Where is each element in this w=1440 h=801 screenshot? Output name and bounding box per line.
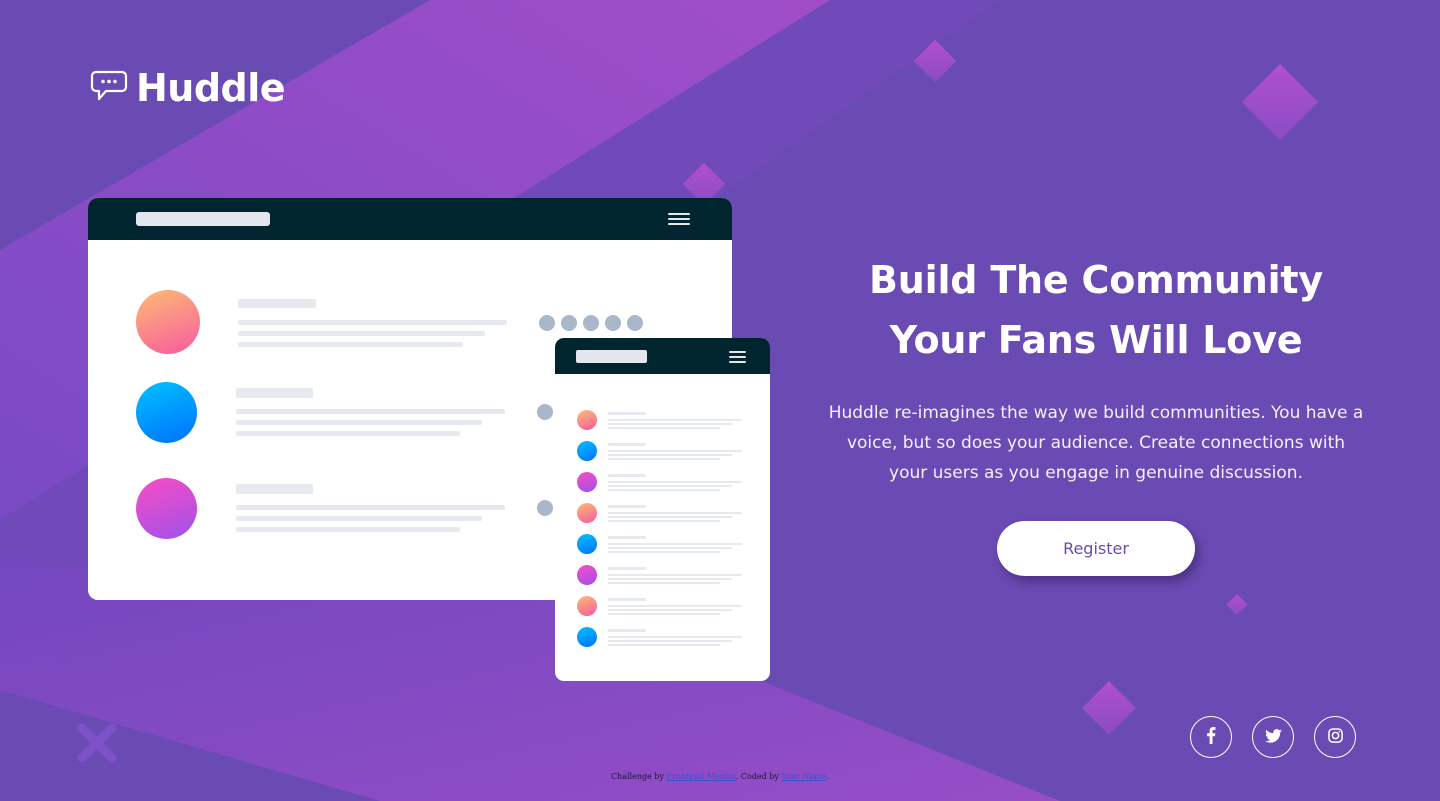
- hero-title-line-2: Your Fans Will Love: [889, 318, 1303, 362]
- register-button[interactable]: Register: [997, 521, 1195, 576]
- mockup-row: [577, 565, 747, 587]
- author-link[interactable]: Your Name: [781, 772, 826, 781]
- mockup-avatar: [136, 290, 200, 354]
- mockup-dots: [537, 404, 553, 420]
- social-links: [1190, 716, 1356, 758]
- attribution-prefix: Challenge by: [610, 772, 667, 781]
- mockup-row: [577, 410, 747, 432]
- hero-description: Huddle re-imagines the way we build comm…: [828, 403, 1364, 483]
- instagram-icon: [1327, 727, 1343, 747]
- hamburger-icon: [729, 351, 746, 363]
- challenge-link[interactable]: Frontend Mentor: [667, 772, 736, 781]
- brand-name: Huddle: [136, 66, 286, 110]
- mockup-row: [577, 627, 747, 649]
- mockup-url-bar: [576, 350, 647, 363]
- mockup-row: [577, 596, 747, 618]
- mockup-row: [577, 472, 747, 494]
- mockup-row: [577, 441, 747, 463]
- facebook-link[interactable]: [1190, 716, 1232, 758]
- hero-section: Build The Community Your Fans Will Love …: [826, 250, 1366, 488]
- attribution-middle: . Coded by: [735, 772, 782, 781]
- mockup-avatar: [136, 382, 197, 443]
- mobile-mockup-illustration: [555, 338, 770, 681]
- mockup-topbar: [88, 198, 732, 240]
- instagram-link[interactable]: [1314, 716, 1356, 758]
- mockup-dots: [539, 315, 643, 331]
- attribution-suffix: .: [826, 772, 830, 781]
- mockup-dots: [537, 500, 553, 516]
- mockup-topbar: [555, 338, 770, 374]
- mockup-url-bar: [136, 212, 270, 226]
- twitter-link[interactable]: [1252, 716, 1294, 758]
- facebook-icon: [1206, 726, 1216, 748]
- twitter-icon: [1264, 728, 1282, 747]
- hamburger-icon: [668, 213, 690, 225]
- mockup-row: [577, 503, 747, 525]
- attribution: Challenge by Frontend Mentor. Coded by Y…: [0, 772, 1440, 781]
- brand-logo[interactable]: Huddle: [90, 66, 286, 110]
- mockup-row: [577, 534, 747, 556]
- hero-title-line-1: Build The Community: [869, 258, 1323, 302]
- mockup-avatar: [136, 478, 197, 539]
- chat-bubble-icon: [90, 69, 128, 107]
- hero-title: Build The Community Your Fans Will Love: [826, 250, 1366, 370]
